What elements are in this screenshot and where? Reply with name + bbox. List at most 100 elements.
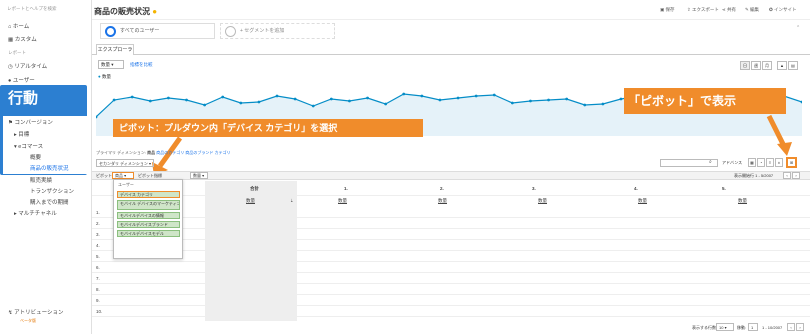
col4-metric-header[interactable]: 数量: [638, 198, 647, 204]
col1-metric-header[interactable]: 数量: [338, 198, 347, 204]
chart-point[interactable]: [492, 93, 496, 97]
chart-point[interactable]: [185, 98, 188, 102]
chart-point[interactable]: [293, 97, 297, 101]
comparison-view-icon[interactable]: ±: [775, 158, 783, 167]
col5-metric-header[interactable]: 数量: [738, 198, 747, 204]
sidebar-item-attribution[interactable]: ↯ アトリビューション: [8, 308, 64, 316]
pie-view-icon[interactable]: ◔: [757, 158, 765, 167]
dimension-brand-link[interactable]: 商品のブランド: [185, 150, 213, 155]
add-segment-button[interactable]: + セグメントを追加: [220, 23, 335, 39]
chart-point[interactable]: [529, 99, 532, 103]
chart-point[interactable]: [456, 96, 460, 100]
col-header-4[interactable]: 4.: [634, 186, 638, 191]
table-view-icon[interactable]: ▦: [748, 158, 756, 167]
col-header-1[interactable]: 1.: [344, 186, 348, 191]
chart-point[interactable]: [565, 97, 569, 101]
edit-button[interactable]: ✎ 編集: [745, 7, 759, 13]
view-day-button[interactable]: 日: [740, 61, 750, 70]
chart-point[interactable]: [257, 100, 261, 104]
motion-chart-button[interactable]: ▤: [788, 61, 798, 70]
chart-point[interactable]: [366, 96, 369, 100]
sidebar-item-audience[interactable]: ● ユーザー: [8, 76, 35, 84]
dropdown-option-device-info[interactable]: モバイルデバイスの情報: [117, 212, 180, 219]
col-header-2[interactable]: 2.: [440, 186, 444, 191]
sidebar-reports-header: レポート: [8, 50, 26, 55]
sidebar-search-hint[interactable]: レポートとヘルプを検索: [7, 6, 57, 12]
page-prev-icon[interactable]: ‹: [787, 323, 795, 331]
segment-circle-icon: [105, 26, 116, 37]
table-row-label: 9.: [96, 298, 100, 303]
save-button[interactable]: ▣ 保存: [660, 7, 675, 13]
dimension-product[interactable]: 商品: [147, 150, 155, 155]
sidebar-item-goals[interactable]: ▸ 目標: [14, 130, 29, 138]
col3-metric-header[interactable]: 数量: [538, 198, 547, 204]
view-month-button[interactable]: 月: [762, 61, 772, 70]
chart-point[interactable]: [583, 103, 587, 107]
segment-all-users[interactable]: すべてのユーザー: [100, 23, 215, 39]
dropdown-option-device-model[interactable]: モバイルデバイスモデル: [117, 230, 180, 237]
chart-point[interactable]: [148, 99, 152, 103]
sidebar-item-custom[interactable]: ▦ カスタム: [8, 35, 37, 43]
sidebar-item-conversions[interactable]: ⚑ コンバージョン: [8, 118, 53, 126]
metric-select[interactable]: 数量 ▾: [98, 60, 124, 69]
dropdown-option-device-category[interactable]: デバイス カテゴリ: [117, 191, 180, 198]
chart-point[interactable]: [275, 94, 279, 98]
chart-point[interactable]: [384, 102, 388, 106]
sidebar-item-realtime[interactable]: ◷ リアルタイム: [8, 62, 47, 70]
sort-desc-icon[interactable]: ⇣: [290, 198, 294, 204]
col2-metric-header[interactable]: 数量: [438, 198, 447, 204]
chart-point[interactable]: [420, 94, 424, 98]
sidebar-item-home[interactable]: ⌂ ホーム: [8, 22, 29, 30]
sidebar-custom-label: カスタム: [14, 37, 37, 43]
sidebar-item-ecommerce[interactable]: ▾ eコマース: [14, 142, 43, 150]
search-icon[interactable]: ⌕: [709, 159, 712, 165]
sidebar-item-product-performance[interactable]: 商品の販売状況: [30, 164, 69, 172]
chart-point[interactable]: [130, 95, 134, 99]
chart-point[interactable]: [510, 101, 514, 105]
share-button[interactable]: ⋖ 共有: [722, 7, 736, 13]
compare-metric-link[interactable]: 指標を比較: [130, 62, 153, 68]
dropdown-option-marketing-name[interactable]: モバイル デバイスのマーケティング名: [117, 200, 180, 210]
chart-point[interactable]: [438, 98, 442, 102]
view-week-button[interactable]: 週: [751, 61, 761, 70]
dimension-product-category-link[interactable]: カテゴリ: [214, 150, 230, 155]
performance-view-icon[interactable]: ≡: [766, 158, 774, 167]
sidebar-item-overview[interactable]: 概要: [30, 153, 41, 161]
secondary-dimension-select[interactable]: セカンダリ ディメンション ▾: [96, 159, 154, 167]
line-chart-button[interactable]: ▲: [777, 61, 787, 70]
chart-point[interactable]: [601, 102, 605, 106]
chart-point[interactable]: [311, 104, 315, 108]
chart-point[interactable]: [203, 103, 207, 107]
edit-label: 編集: [750, 7, 760, 12]
dimension-category-link[interactable]: 商品のカテゴリ: [156, 150, 184, 155]
advanced-filter-link[interactable]: アドバンス: [722, 160, 742, 166]
dropdown-option-device-brand[interactable]: モバイルデバイスブランド: [117, 221, 180, 228]
col-header-5[interactable]: 5.: [722, 186, 726, 191]
chart-point[interactable]: [167, 96, 170, 100]
sidebar-item-transactions[interactable]: トランザクション: [30, 187, 74, 195]
pivot-view-button[interactable]: ⊞: [786, 157, 797, 168]
chart-point[interactable]: [329, 97, 333, 101]
chart-point[interactable]: [547, 98, 550, 102]
segment-collapse-icon[interactable]: ⌃: [796, 25, 800, 31]
sidebar-item-sales-performance[interactable]: 販売実績: [30, 176, 52, 184]
tab-explorer[interactable]: エクスプローラ: [96, 44, 134, 55]
chart-point[interactable]: [112, 98, 116, 102]
page-next-icon[interactable]: ›: [796, 323, 804, 331]
table-row-divider: [92, 261, 810, 262]
chart-point[interactable]: [619, 97, 623, 101]
insights-button[interactable]: ✪ インサイト: [769, 7, 797, 13]
chart-point[interactable]: [239, 101, 243, 105]
rows-per-page-select[interactable]: 10 ▾: [716, 323, 734, 331]
chart-point[interactable]: [474, 94, 478, 98]
export-button[interactable]: ⇪ エクスポート: [687, 7, 719, 13]
table-row-label: 8.: [96, 287, 100, 292]
total-metric-header[interactable]: 数量: [246, 198, 255, 204]
chart-point[interactable]: [221, 95, 225, 99]
sidebar-item-time-to-purchase[interactable]: 購入までの期間: [30, 198, 69, 206]
col-header-3[interactable]: 3.: [532, 186, 536, 191]
sidebar-item-multichannel[interactable]: ▸ マルチチャネル: [14, 209, 57, 217]
chart-point[interactable]: [402, 92, 406, 96]
goto-input[interactable]: 1: [748, 323, 758, 331]
chart-point[interactable]: [348, 99, 351, 103]
